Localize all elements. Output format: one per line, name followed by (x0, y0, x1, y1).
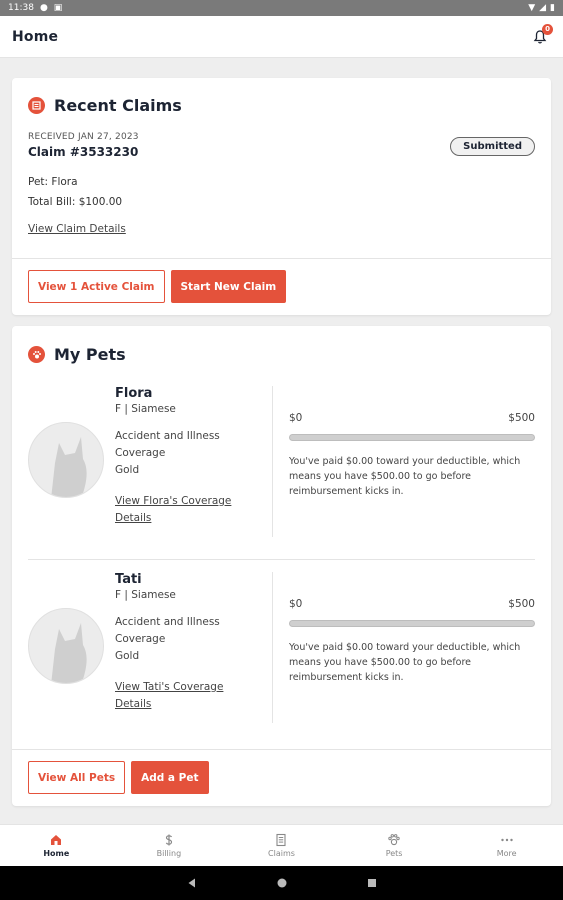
recents-square-icon[interactable] (366, 877, 378, 889)
deductible-description: You've paid $0.00 toward your deductible… (289, 642, 521, 683)
deductible-progress-bar (289, 434, 535, 441)
view-active-claim-button[interactable]: View 1 Active Claim (28, 270, 165, 303)
home-circle-icon[interactable] (276, 877, 288, 889)
my-pets-card: My Pets Flora F | Siamese Accident and I… (12, 326, 551, 806)
deductible-min: $0 (289, 412, 303, 424)
cat-silhouette-icon (51, 623, 87, 683)
nav-item-billing[interactable]: Billing (113, 825, 226, 866)
pet-name: Flora (115, 386, 153, 401)
recent-claims-card: Recent Claims RECEIVED JAN 27, 2023 Clai… (12, 78, 551, 315)
main-content: Recent Claims RECEIVED JAN 27, 2023 Clai… (0, 58, 563, 824)
sim-icon: ▣ (53, 2, 63, 13)
pet-coverage: Accident and Illness Coverage (115, 430, 220, 459)
claim-total-bill: Total Bill: $100.00 (28, 196, 123, 208)
deductible-progress-bar (289, 620, 535, 627)
app-bar: Home 0 (0, 16, 563, 58)
dollar-icon (165, 834, 172, 846)
paw-icon (388, 834, 400, 846)
pet-tier: Gold (115, 650, 140, 662)
notification-dot-icon: ● (39, 2, 48, 13)
notifications-button[interactable]: 0 (529, 23, 553, 48)
view-all-pets-button[interactable]: View All Pets (28, 761, 126, 794)
nav-item-claims[interactable]: Claims (225, 825, 338, 866)
pet-tier: Gold (115, 464, 140, 476)
nav-label: Pets (385, 849, 403, 858)
claim-pet: Pet: Flora (28, 176, 78, 188)
status-bar: 11:38 ● ▣ ▼ ◢ ▮ (0, 0, 563, 16)
claims-list-icon (28, 97, 45, 114)
pet-avatar (28, 422, 104, 498)
page-title: Home (12, 28, 59, 45)
notification-badge: 0 (542, 23, 553, 35)
nav-label: More (496, 849, 517, 858)
pet-item-flora: Flora F | Siamese Accident and Illness C… (12, 386, 551, 537)
cat-silhouette-icon (51, 437, 87, 497)
more-icon (500, 838, 513, 842)
deductible-min: $0 (289, 598, 303, 610)
add-pet-button[interactable]: Add a Pet (131, 761, 209, 794)
claim-item: RECEIVED JAN 27, 2023 Claim #3533230 Sub… (12, 115, 551, 238)
wifi-icon: ▼ (528, 2, 536, 13)
nav-item-more[interactable]: More (450, 825, 563, 866)
home-icon (51, 835, 62, 845)
pet-coverage: Accident and Illness Coverage (115, 616, 220, 645)
deductible-max: $500 (508, 598, 535, 610)
deductible-max: $500 (508, 412, 535, 424)
deductible-description: You've paid $0.00 toward your deductible… (289, 456, 521, 497)
system-navigation-bar (0, 866, 563, 900)
battery-icon: ▮ (550, 2, 555, 13)
nav-label: Home (43, 849, 70, 858)
nav-label: Billing (156, 849, 182, 858)
recent-claims-heading: Recent Claims (54, 96, 182, 115)
pet-item-tati: Tati F | Siamese Accident and Illness Co… (12, 572, 551, 723)
start-new-claim-button[interactable]: Start New Claim (170, 270, 287, 303)
view-tati-coverage-link[interactable]: View Tati's Coverage Details (115, 679, 245, 713)
bottom-navigation: Home Billing Claims Pets More (0, 824, 563, 866)
view-flora-coverage-link[interactable]: View Flora's Coverage Details (115, 493, 245, 527)
status-badge: Submitted (450, 137, 535, 156)
back-icon[interactable] (186, 877, 198, 889)
pet-sex-breed: F | Siamese (115, 589, 176, 601)
signal-icon: ◢ (539, 2, 547, 13)
document-icon (276, 833, 287, 847)
nav-item-pets[interactable]: Pets (338, 825, 451, 866)
pet-avatar (28, 608, 104, 684)
pet-sex-breed: F | Siamese (115, 403, 176, 415)
my-pets-heading: My Pets (54, 345, 126, 364)
nav-label: Claims (268, 849, 295, 858)
status-time: 11:38 (8, 3, 34, 13)
nav-item-home[interactable]: Home (0, 825, 113, 866)
pet-name: Tati (115, 572, 142, 587)
paw-icon (28, 346, 45, 363)
view-claim-details-link[interactable]: View Claim Details (28, 221, 126, 238)
